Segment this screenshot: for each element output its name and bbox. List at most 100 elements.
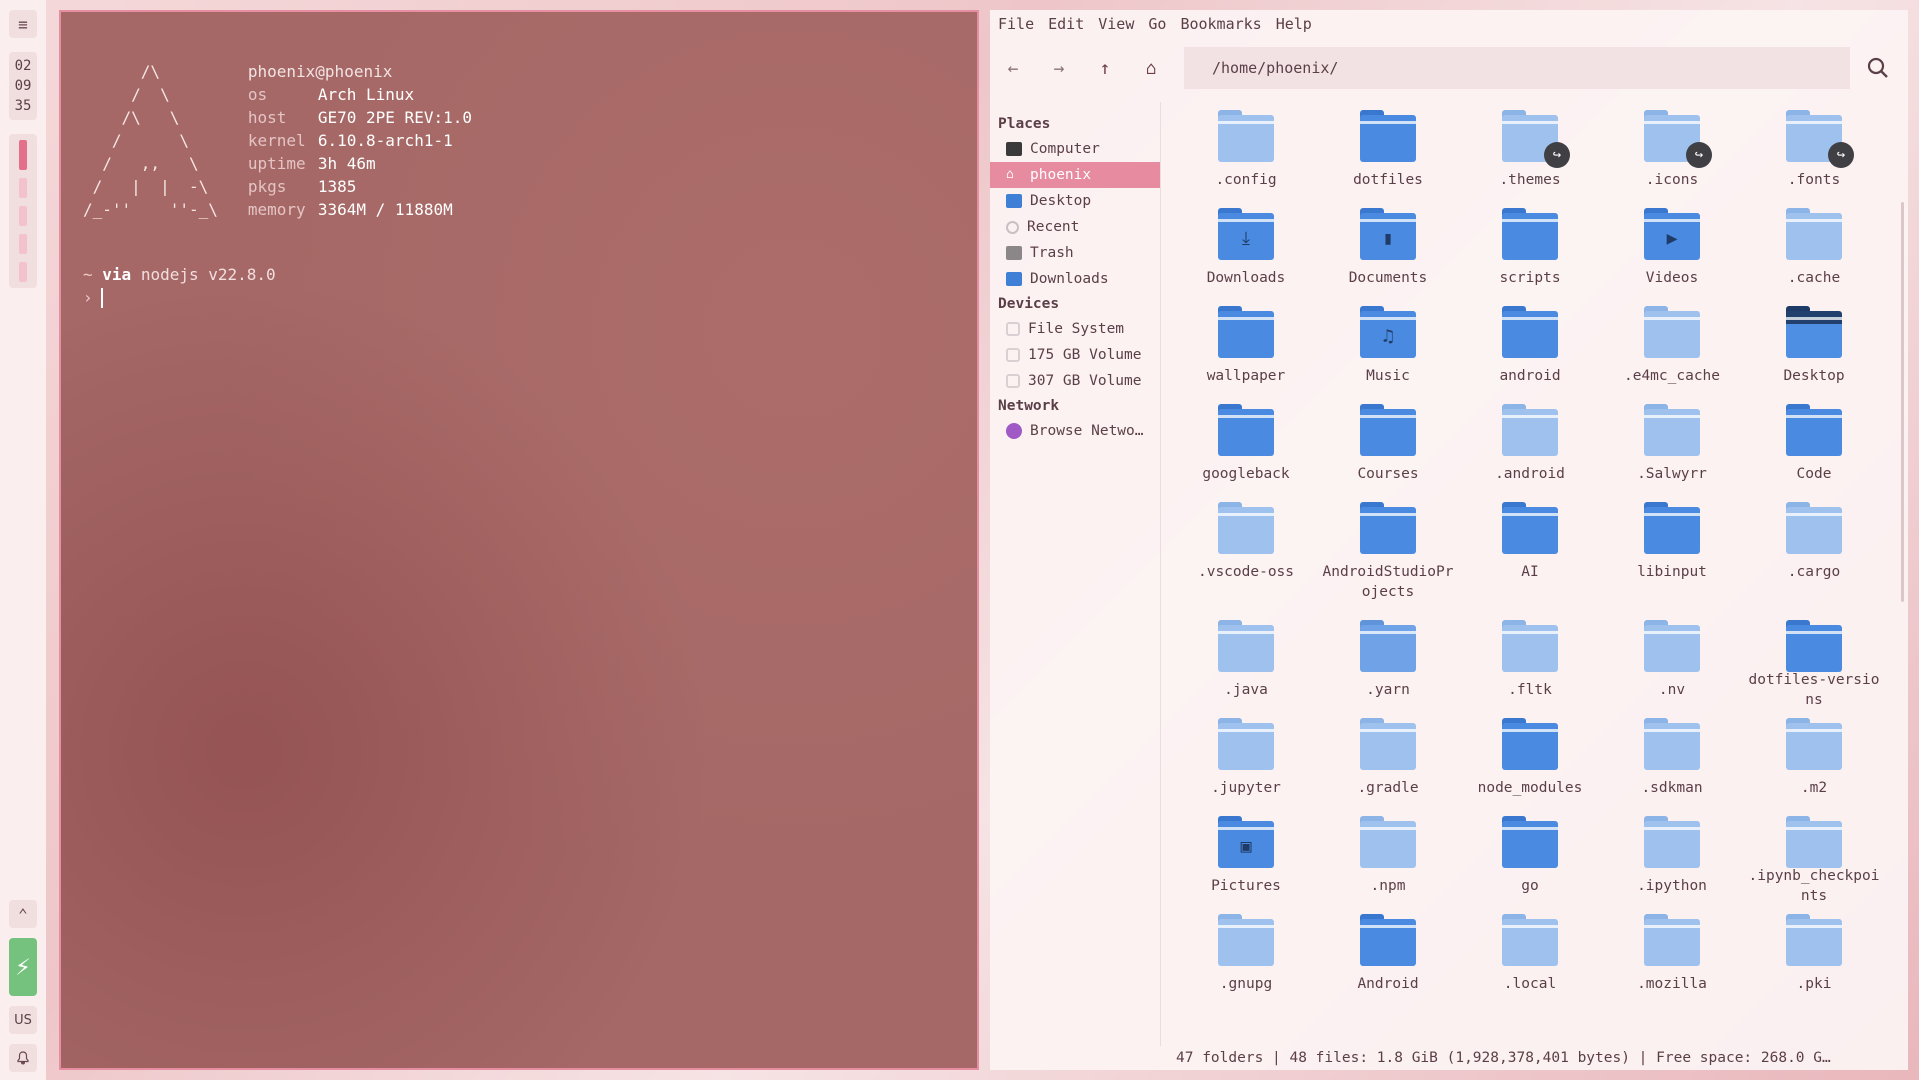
file-item[interactable]: ♫ Music — [1317, 298, 1459, 396]
workspace-3[interactable] — [19, 206, 27, 226]
up-arrow-icon[interactable]: ↑ — [1082, 46, 1128, 90]
computer-icon — [1006, 142, 1022, 156]
file-item[interactable]: Desktop — [1743, 298, 1885, 396]
file-item[interactable]: .ipynb_checkpoints — [1743, 808, 1885, 906]
folder-icon — [1502, 404, 1558, 456]
file-item[interactable]: AndroidStudioProjects — [1317, 494, 1459, 612]
search-icon-svg — [1867, 57, 1888, 78]
terminal-window[interactable]: /\ / \ /\ \ / \ / ,, \ / | | -\ /_-'' ''… — [59, 10, 979, 1070]
menu-icon[interactable]: ≡ — [9, 10, 37, 38]
file-item[interactable]: .fltk — [1459, 612, 1601, 710]
file-item[interactable]: Android — [1317, 906, 1459, 1024]
scrollbar[interactable] — [1901, 202, 1904, 602]
sidebar-item-volume-307[interactable]: 307 GB Volume — [990, 368, 1160, 394]
file-item[interactable]: .sdkman — [1601, 710, 1743, 808]
path-bar[interactable]: /home/phoenix/ — [1184, 47, 1850, 89]
battery-icon[interactable]: ⚡ — [9, 938, 37, 996]
arch-logo-ascii: /\ / \ /\ \ / \ / ,, \ / | | -\ /_-'' ''… — [83, 62, 218, 219]
file-name: AI — [1521, 564, 1539, 580]
folder-icon — [1502, 208, 1558, 260]
sidebar-item-label: 175 GB Volume — [1028, 347, 1142, 363]
drive-icon — [1006, 322, 1020, 336]
folder-icon — [1786, 914, 1842, 966]
back-arrow-icon[interactable]: ← — [990, 46, 1036, 90]
workspace-1[interactable] — [19, 140, 27, 170]
file-item[interactable]: .pki — [1743, 906, 1885, 1024]
symlink-arrow-icon: ↪ — [1828, 142, 1854, 168]
file-item[interactable]: ↪ .fonts — [1743, 102, 1885, 200]
file-item[interactable]: AI — [1459, 494, 1601, 612]
file-item[interactable]: dotfiles-versions — [1743, 612, 1885, 710]
bell-icon[interactable] — [9, 1044, 37, 1072]
workspace-2[interactable] — [19, 178, 27, 198]
sidebar-item-browse-network[interactable]: Browse Netwo… — [990, 418, 1160, 444]
file-item[interactable]: .ipython — [1601, 808, 1743, 906]
file-item[interactable]: ▶ Videos — [1601, 200, 1743, 298]
file-item[interactable]: .cache — [1743, 200, 1885, 298]
menu-go[interactable]: Go — [1148, 15, 1166, 33]
file-item[interactable]: googleback — [1175, 396, 1317, 494]
file-item[interactable]: .nv — [1601, 612, 1743, 710]
file-item[interactable]: .gnupg — [1175, 906, 1317, 1024]
file-item[interactable]: .gradle — [1317, 710, 1459, 808]
prompt-node-version: nodejs v22.8.0 — [140, 265, 276, 284]
file-name: .m2 — [1800, 780, 1828, 796]
info-value: 6.10.8-arch1-1 — [317, 131, 453, 150]
file-item[interactable]: .local — [1459, 906, 1601, 1024]
file-item[interactable]: .m2 — [1743, 710, 1885, 808]
file-item[interactable]: .Salwyrr — [1601, 396, 1743, 494]
file-item[interactable]: wallpaper — [1175, 298, 1317, 396]
sidebar-item-file-system[interactable]: File System — [990, 316, 1160, 342]
workspace-5[interactable] — [19, 262, 27, 282]
file-item[interactable]: android — [1459, 298, 1601, 396]
menu-help[interactable]: Help — [1276, 15, 1312, 33]
file-item[interactable]: ⤓ Downloads — [1175, 200, 1317, 298]
file-name: .sdkman — [1641, 780, 1703, 796]
sidebar-item-computer[interactable]: Computer — [990, 136, 1160, 162]
file-item[interactable]: .e4mc_cache — [1601, 298, 1743, 396]
file-item[interactable]: node_modules — [1459, 710, 1601, 808]
sidebar-item-volume-175[interactable]: 175 GB Volume — [990, 342, 1160, 368]
sidebar-item-desktop[interactable]: Desktop — [990, 188, 1160, 214]
file-item[interactable]: .vscode-oss — [1175, 494, 1317, 612]
file-item[interactable]: libinput — [1601, 494, 1743, 612]
file-item[interactable]: .jupyter — [1175, 710, 1317, 808]
menu-file[interactable]: File — [998, 15, 1034, 33]
sidebar-item-trash[interactable]: Trash — [990, 240, 1160, 266]
sidebar-item-recent[interactable]: Recent — [990, 214, 1160, 240]
file-item[interactable]: ↪ .icons — [1601, 102, 1743, 200]
file-item[interactable]: ↪ .themes — [1459, 102, 1601, 200]
search-icon[interactable] — [1858, 48, 1898, 88]
forward-arrow-icon[interactable]: → — [1036, 46, 1082, 90]
file-item[interactable]: .npm — [1317, 808, 1459, 906]
file-item[interactable]: .cargo — [1743, 494, 1885, 612]
file-item[interactable]: .android — [1459, 396, 1601, 494]
file-item[interactable]: .java — [1175, 612, 1317, 710]
folder-icon — [1360, 718, 1416, 770]
workspace-4[interactable] — [19, 234, 27, 254]
sidebar-item-downloads[interactable]: Downloads — [990, 266, 1160, 292]
file-item[interactable]: .config — [1175, 102, 1317, 200]
folder-icon — [1644, 914, 1700, 966]
menu-view[interactable]: View — [1098, 15, 1134, 33]
file-item[interactable]: .yarn — [1317, 612, 1459, 710]
file-item[interactable]: scripts — [1459, 200, 1601, 298]
sidebar-item-label: Computer — [1030, 141, 1100, 157]
file-name: .ipython — [1637, 878, 1707, 894]
sidebar-item-phoenix[interactable]: ⌂ phoenix — [990, 162, 1160, 188]
file-item[interactable]: ▣ Pictures — [1175, 808, 1317, 906]
tray-expand-icon[interactable]: ⌃ — [9, 900, 37, 928]
keyboard-layout[interactable]: US — [9, 1006, 37, 1034]
file-item[interactable]: dotfiles — [1317, 102, 1459, 200]
symlink-arrow-icon: ↪ — [1686, 142, 1712, 168]
file-item[interactable]: Courses — [1317, 396, 1459, 494]
trash-icon — [1006, 246, 1022, 260]
menu-bookmarks[interactable]: Bookmarks — [1180, 15, 1261, 33]
file-item[interactable]: ▮ Documents — [1317, 200, 1459, 298]
file-item[interactable]: .mozilla — [1601, 906, 1743, 1024]
sidebar-header-places: Places — [998, 116, 1051, 132]
file-item[interactable]: go — [1459, 808, 1601, 906]
home-icon[interactable]: ⌂ — [1128, 46, 1174, 90]
menu-edit[interactable]: Edit — [1048, 15, 1084, 33]
file-item[interactable]: Code — [1743, 396, 1885, 494]
